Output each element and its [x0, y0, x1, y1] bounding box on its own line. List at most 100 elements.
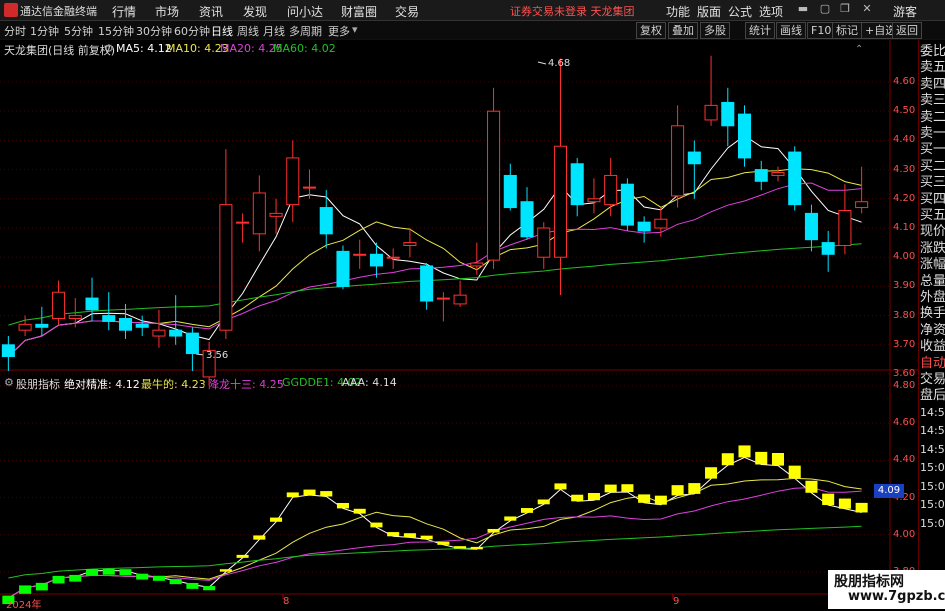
side-panel-item[interactable]: 卖五	[920, 60, 945, 76]
candle-body	[721, 101, 735, 127]
price-tick-label: 4.00	[893, 251, 916, 263]
side-panel-item[interactable]: 买四	[920, 192, 945, 208]
side-panel-item[interactable]: 15:00	[920, 460, 945, 476]
indicator-bar	[520, 508, 534, 513]
side-panel-item[interactable]: 净资	[920, 323, 945, 339]
candle-body	[286, 157, 300, 206]
side-panel-item[interactable]: 外盘	[920, 290, 945, 306]
candle	[520, 187, 534, 240]
candle	[386, 248, 400, 269]
candle-body	[637, 221, 651, 232]
side-panel-item[interactable]: 卖一	[920, 126, 945, 142]
indicator-bar	[721, 453, 734, 466]
side-panel-item[interactable]: 现价	[920, 224, 945, 240]
candle-body	[252, 192, 266, 235]
price-tick-label: 4.10	[893, 222, 916, 233]
candle	[537, 222, 551, 269]
indicator-bar	[253, 535, 266, 540]
candle-body	[654, 218, 668, 229]
indicator-bar	[119, 569, 132, 576]
side-panel-item[interactable]: 15:00	[920, 516, 945, 532]
side-panel-item[interactable]: 买三	[920, 175, 945, 191]
candle-body	[35, 323, 49, 328]
indicator-bar	[52, 575, 65, 584]
side-panel-item[interactable]: 自动	[920, 356, 945, 372]
candle	[219, 149, 233, 339]
side-panel-item[interactable]: 收益	[920, 339, 945, 355]
candle-body	[68, 315, 82, 320]
side-panel-item[interactable]: 14:56	[920, 405, 945, 421]
indicator-bar	[35, 582, 48, 591]
side-panel-item[interactable]: 买五	[920, 208, 945, 224]
kline-chart[interactable]	[0, 0, 945, 609]
indicator-bar	[822, 493, 835, 506]
side-panel-item[interactable]: 涨幅	[920, 257, 945, 273]
indicator-bar	[303, 489, 316, 495]
candle-body	[838, 209, 852, 247]
sub-tick-label: 4.80	[893, 380, 916, 391]
ma60-line	[8, 243, 862, 326]
indicator-bar	[621, 484, 634, 493]
candle	[855, 166, 869, 214]
indicator-bar	[671, 485, 684, 496]
candle	[1, 336, 15, 372]
sub-ma60-line	[8, 525, 862, 579]
side-panel-item[interactable]: 15:00	[920, 479, 945, 495]
side-panel-item[interactable]: 换手	[920, 306, 945, 322]
side-panel-item[interactable]: 委比	[920, 44, 945, 60]
side-panel-item[interactable]: 卖三	[920, 93, 945, 109]
ma10-line	[8, 168, 862, 357]
candle	[788, 146, 802, 211]
candle	[604, 157, 618, 217]
sub-current-value: 4.09	[874, 484, 904, 498]
indicator-bar	[186, 582, 199, 589]
candle	[252, 175, 266, 252]
price-tick-label: 4.50	[893, 105, 916, 117]
side-panel-item[interactable]: 总量	[920, 274, 945, 290]
candle	[102, 292, 116, 331]
indicator-bar	[286, 492, 299, 498]
candle-body	[336, 250, 350, 287]
sub-ma10-line	[8, 477, 862, 599]
candle-body	[386, 256, 400, 259]
indicator-bar	[69, 574, 82, 582]
indicator-bar	[353, 508, 366, 514]
indicator-bar	[554, 483, 567, 490]
indicator-bar	[102, 568, 115, 575]
quote-side-panel: 委比 卖五 卖四 卖三 卖二 卖一 买一 买二 买三 买四 买五 现价 涨跌 涨幅 总量 外盘 换手 净资 收益 自动…	[918, 40, 945, 609]
indicator-bar	[320, 491, 333, 497]
side-panel-item[interactable]: 15:00	[920, 497, 945, 513]
side-panel-item[interactable]: 买二	[920, 159, 945, 175]
candle-body	[855, 201, 869, 209]
watermark-url: www.7gpzb.com	[848, 589, 945, 604]
side-panel-item[interactable]: 卖二	[920, 110, 945, 126]
indicator-bar	[454, 546, 467, 549]
side-panel-item[interactable]: 盘后	[920, 388, 945, 404]
candle-body	[604, 174, 618, 206]
indicator-bar	[19, 585, 32, 594]
indicator-bar	[437, 541, 450, 545]
candle	[737, 105, 752, 167]
candle	[771, 166, 785, 182]
side-panel-item[interactable]: 14:57	[920, 442, 945, 458]
candle	[637, 216, 651, 243]
side-panel-item[interactable]: 交易	[920, 372, 945, 388]
side-panel-item[interactable]: 涨跌	[920, 241, 945, 257]
side-panel-item[interactable]: 买一	[920, 142, 945, 158]
indicator-bar	[587, 493, 600, 501]
candle-body	[219, 204, 233, 331]
candle-body	[587, 198, 601, 203]
side-panel-item[interactable]: 卖四	[920, 77, 945, 93]
indicator-bar	[654, 495, 667, 505]
price-tick-label: 4.60	[893, 76, 916, 87]
candle-body	[821, 242, 835, 255]
candle	[35, 306, 49, 337]
candle-body	[353, 253, 367, 256]
candle-body	[487, 110, 501, 261]
date-label-sep: 9	[673, 596, 680, 607]
side-panel-item[interactable]: 14:56	[920, 423, 945, 439]
candle	[152, 309, 166, 348]
indicator-bar	[203, 586, 216, 591]
candle-body	[236, 221, 250, 224]
candle	[336, 245, 350, 290]
